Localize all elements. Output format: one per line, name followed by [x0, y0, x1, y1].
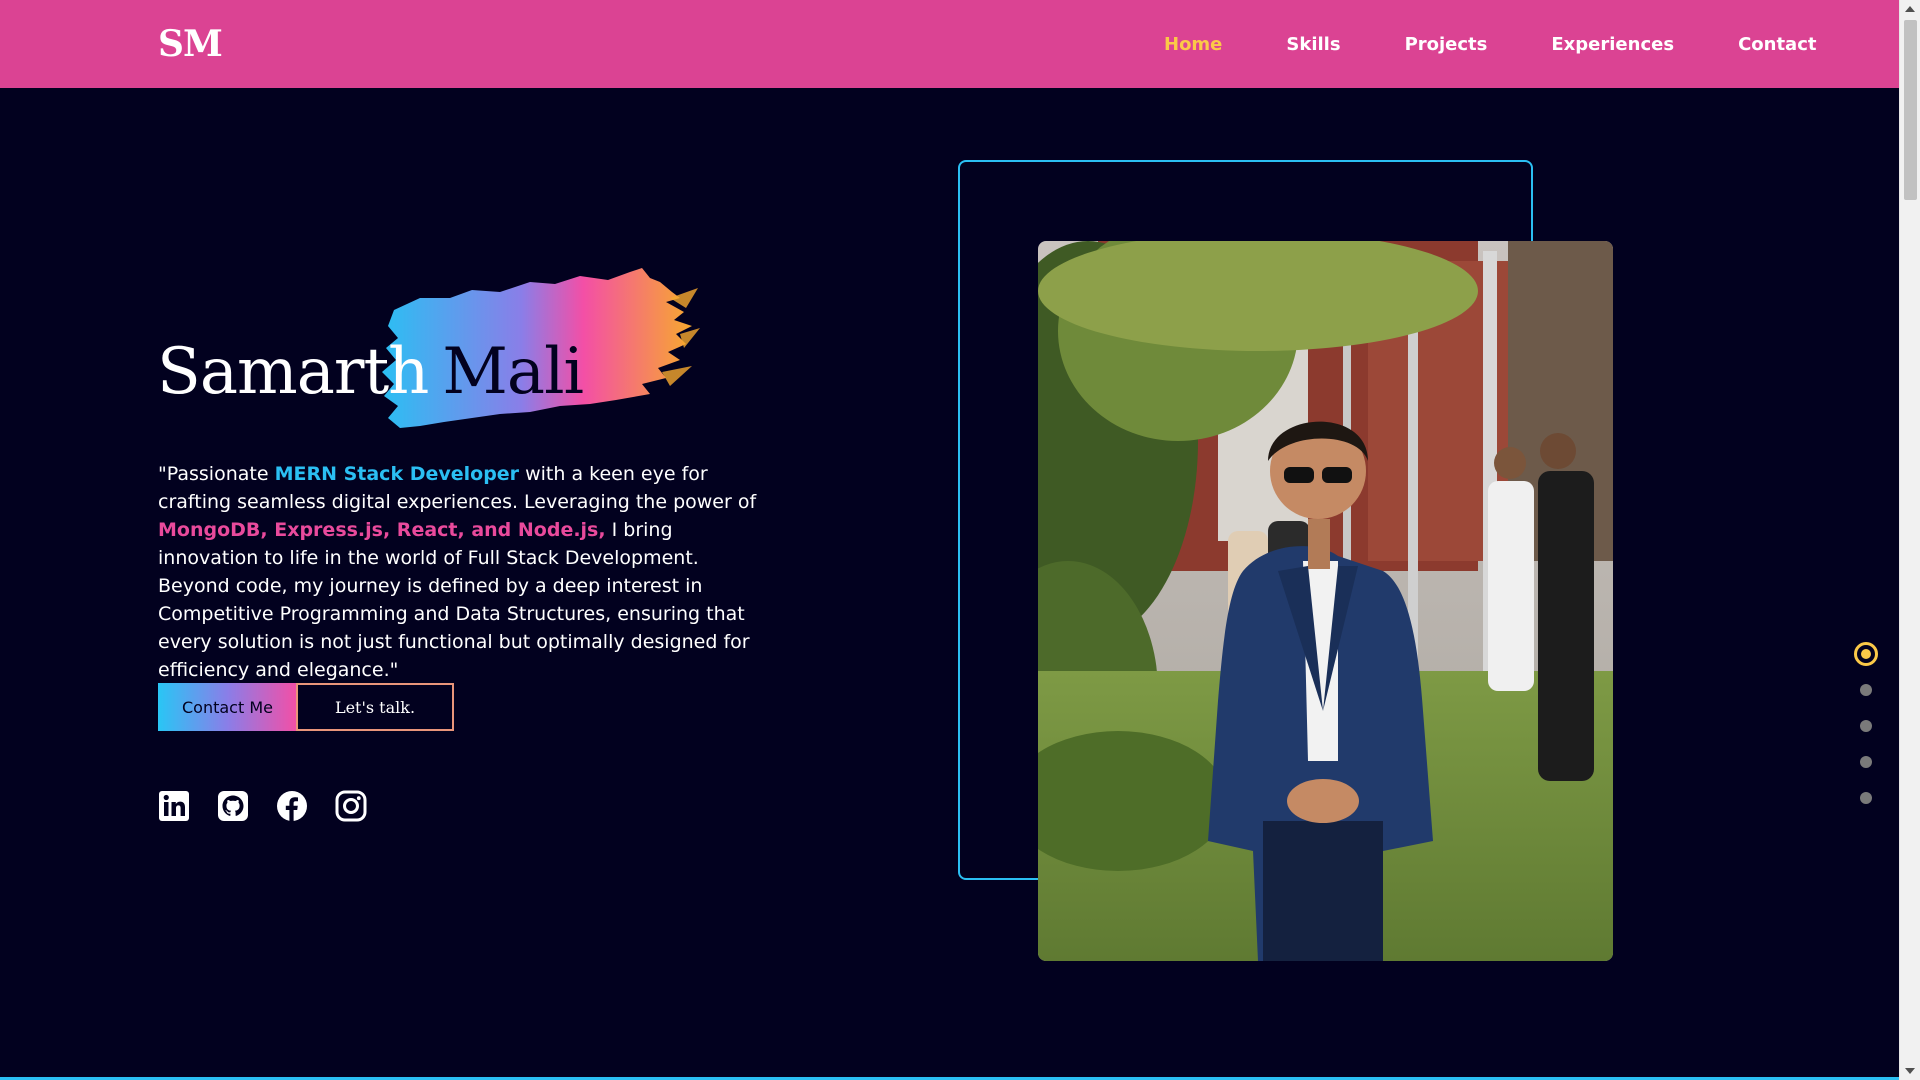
nav-link-skills[interactable]: Skills	[1286, 34, 1340, 55]
section-dot-1[interactable]	[1854, 642, 1878, 666]
section-dot-5[interactable]	[1860, 792, 1872, 804]
site-logo[interactable]: SM	[158, 22, 223, 66]
profile-photo	[1038, 241, 1613, 961]
scroll-up-icon[interactable]	[1905, 6, 1915, 12]
hero-description: "Passionate MERN Stack Developer with a …	[158, 460, 758, 684]
desc-highlight-stack: MongoDB, Express.js, React, and Node.js,	[158, 519, 606, 541]
hero-last-name: Mali	[442, 335, 584, 409]
desc-text-3: I bring innovation to life in the world …	[158, 519, 750, 681]
hero-name: Samarth Mali	[157, 330, 584, 414]
nav-links: Home Skills Projects Experiences Contact	[1100, 0, 1816, 88]
nav-link-contact[interactable]: Contact	[1738, 34, 1816, 55]
lets-talk-button[interactable]: Let's talk.	[296, 683, 454, 731]
hero-first-name: Samarth	[157, 335, 429, 409]
scroll-down-icon[interactable]	[1905, 1068, 1915, 1074]
instagram-icon[interactable]	[335, 790, 367, 822]
navbar: SM Home Skills Projects Experiences Cont…	[0, 0, 1899, 88]
section-dot-3[interactable]	[1860, 720, 1872, 732]
desc-text-1: "Passionate	[158, 463, 275, 485]
nav-link-home[interactable]: Home	[1164, 34, 1222, 55]
scroll-thumb[interactable]	[1904, 20, 1917, 200]
linkedin-icon[interactable]	[158, 790, 190, 822]
contact-me-button[interactable]: Contact Me	[158, 683, 297, 731]
nav-link-projects[interactable]: Projects	[1405, 34, 1488, 55]
social-links	[158, 790, 394, 822]
section-dot-2[interactable]	[1860, 684, 1872, 696]
page: SM Home Skills Projects Experiences Cont…	[0, 0, 1920, 1080]
page-scrollbar[interactable]	[1899, 0, 1920, 1080]
github-icon[interactable]	[217, 790, 249, 822]
desc-highlight-role: MERN Stack Developer	[274, 463, 520, 485]
nav-link-experiences[interactable]: Experiences	[1551, 34, 1674, 55]
facebook-icon[interactable]	[276, 790, 308, 822]
section-dot-4[interactable]	[1860, 756, 1872, 768]
hero-buttons: Contact Me Let's talk.	[158, 683, 454, 731]
